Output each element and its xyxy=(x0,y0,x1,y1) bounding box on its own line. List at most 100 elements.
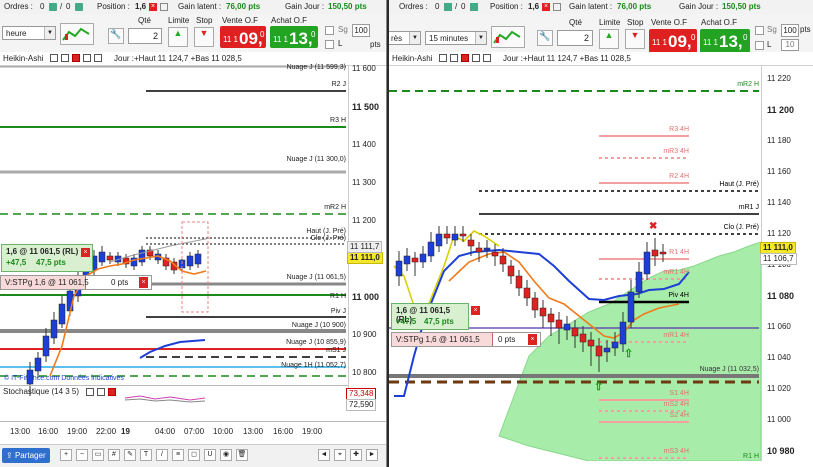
stop-order-tag[interactable]: V:STPg 1,6 @ 11 061,5 0 pts × xyxy=(0,275,152,290)
orders-count-b: 0 xyxy=(66,2,71,11)
settings-icon[interactable] xyxy=(472,54,480,62)
timeframe-select-prev[interactable]: rès ▼ xyxy=(389,31,421,45)
stop-order-text: V:STPg 1,6 @ 11 061,5 xyxy=(5,278,89,287)
sg-checkbox[interactable] xyxy=(325,26,334,35)
candle-26 xyxy=(603,347,611,353)
close-position-icon[interactable]: × xyxy=(542,3,550,11)
sell-button[interactable]: 11 1 09, 0 xyxy=(649,29,697,53)
price-tick-10: 11 020 xyxy=(767,384,791,393)
cursor-icon[interactable]: ⌖ xyxy=(334,449,346,461)
down-icon[interactable] xyxy=(94,54,102,62)
qte-input[interactable]: 2 xyxy=(128,28,162,44)
chart-style-label[interactable]: Heikin-Ashi xyxy=(3,52,43,65)
orders-count-a: 0 xyxy=(40,2,45,11)
zoom-in-icon[interactable]: + xyxy=(60,449,72,461)
right-price-chart[interactable] xyxy=(389,66,761,461)
tools-button[interactable]: 🔧 xyxy=(108,28,124,44)
orders-icon-b[interactable] xyxy=(75,3,83,11)
buy-price-decimal: 0 xyxy=(743,33,748,42)
crosshair-icon[interactable]: ✚ xyxy=(350,449,362,461)
limite-button[interactable]: ▲ xyxy=(599,29,619,49)
sg-checkbox[interactable] xyxy=(755,26,764,35)
chart-style-label[interactable]: Heikin-Ashi xyxy=(392,52,432,65)
qte-input[interactable]: 2 xyxy=(557,30,593,46)
close-icon[interactable] xyxy=(72,54,80,62)
orders-label: Ordres : xyxy=(399,2,428,11)
restore-icon[interactable] xyxy=(61,54,69,62)
position-menu-icon[interactable] xyxy=(160,3,168,11)
chart-type-button[interactable] xyxy=(491,26,525,48)
position-panel[interactable]: 1,6 @ 11 061,5 (RL) +47,5 47,5 pts xyxy=(391,303,469,330)
share-button[interactable]: ⇪ Partager xyxy=(2,448,50,463)
window-icon[interactable] xyxy=(50,54,58,62)
candle-9 xyxy=(467,239,475,247)
down-icon[interactable] xyxy=(483,54,491,62)
orders-icon[interactable] xyxy=(49,3,57,11)
magnet-icon[interactable]: U xyxy=(204,449,216,461)
level-label-16: R1 H xyxy=(743,453,759,460)
pts-input[interactable]: 100 xyxy=(781,24,799,37)
level-label-12: S1 4H xyxy=(669,390,689,397)
candle-13 xyxy=(499,255,507,265)
stop-button[interactable]: ▼ xyxy=(625,29,645,49)
close-position-x-icon[interactable]: × xyxy=(81,248,90,257)
level-label-7: R1 4H xyxy=(669,249,689,256)
timeframe-select[interactable]: heure ▼ xyxy=(2,26,56,40)
close-position-x-icon[interactable]: × xyxy=(471,306,480,315)
tools-button[interactable]: 🔧 xyxy=(537,30,553,46)
line-icon[interactable]: / xyxy=(156,449,168,461)
shape-icon[interactable]: ◻ xyxy=(188,449,200,461)
l-checkbox[interactable] xyxy=(325,40,334,49)
position-panel[interactable]: 1,6 @ 11 061,5 (RL) +47,5 47,5 pts xyxy=(1,244,93,272)
close-icon[interactable] xyxy=(461,54,469,62)
limite-button[interactable]: ▲ xyxy=(168,27,188,47)
scroll-left-icon[interactable]: ◄ xyxy=(318,449,330,461)
chart-type-button[interactable] xyxy=(60,23,94,45)
trash-icon[interactable]: 🗑 xyxy=(236,449,248,461)
orders-icon-b[interactable] xyxy=(470,3,478,11)
l-checkbox[interactable] xyxy=(755,41,764,50)
pts-input-2[interactable]: 10 xyxy=(781,39,799,51)
grid-icon[interactable]: # xyxy=(108,449,120,461)
left-bottom-bar: ⇪ Partager + − ▭ # ✎ T / ≡ ◻ U ◉ 🗑 ◄ ⌖ ✚… xyxy=(0,444,386,467)
buy-button[interactable]: 11 1 13, 0 xyxy=(270,26,318,48)
buy-button[interactable]: 11 1 13, 0 xyxy=(700,29,750,53)
stoch-window-icon[interactable] xyxy=(86,388,94,396)
day-range-info: Jour :+Haut 11 124,7 +Bas 11 028,5 xyxy=(114,54,242,63)
zoom-out-icon[interactable]: − xyxy=(76,449,88,461)
qte-value: 2 xyxy=(152,31,158,41)
fit-icon[interactable]: ▭ xyxy=(92,449,104,461)
sell-button[interactable]: 11 1 09, 0 xyxy=(220,26,266,48)
left-price-axis[interactable] xyxy=(348,66,386,396)
pane-divider[interactable] xyxy=(0,385,348,386)
cancel-stop-icon[interactable]: × xyxy=(528,334,537,345)
close-position-icon[interactable]: × xyxy=(149,3,157,11)
orders-icon[interactable] xyxy=(444,3,452,11)
left-status-bar: Ordres : 0 / 0 Position : 1,6 × Gain lat… xyxy=(0,0,386,15)
window-icon[interactable] xyxy=(439,54,447,62)
stoch-restore-icon[interactable] xyxy=(97,388,105,396)
limite-label: Limite xyxy=(168,16,190,25)
timeframe-value: 15 minutes xyxy=(429,34,469,43)
settings-icon[interactable] xyxy=(83,54,91,62)
qte-label: Qté xyxy=(138,16,151,25)
eye-icon[interactable]: ◉ xyxy=(220,449,232,461)
cancel-stop-icon[interactable]: × xyxy=(139,277,148,288)
price-tick-2: 11 400 xyxy=(352,140,376,149)
moving-average-orange xyxy=(49,255,207,377)
pts-input[interactable]: 100 xyxy=(352,24,370,37)
pts-value-2: 10 xyxy=(785,40,795,49)
price-tick-9: 11 040 xyxy=(767,353,791,362)
pen-icon[interactable]: ✎ xyxy=(124,449,136,461)
fibo-icon[interactable]: ≡ xyxy=(172,449,184,461)
stop-button[interactable]: ▼ xyxy=(194,27,214,47)
text-icon[interactable]: T xyxy=(140,449,152,461)
timeframe-select[interactable]: 15 minutes ▼ xyxy=(425,31,487,45)
stoch-close-icon[interactable] xyxy=(108,388,116,396)
restore-icon[interactable] xyxy=(450,54,458,62)
stop-order-tag[interactable]: V:STPg 1,6 @ 11 061,5 0 pts × xyxy=(391,332,541,347)
wrench-icon: 🔧 xyxy=(539,31,551,41)
position-menu-icon[interactable] xyxy=(553,3,561,11)
level-label-10: mR1 4H xyxy=(663,332,689,339)
scroll-right-icon[interactable]: ► xyxy=(366,449,378,461)
